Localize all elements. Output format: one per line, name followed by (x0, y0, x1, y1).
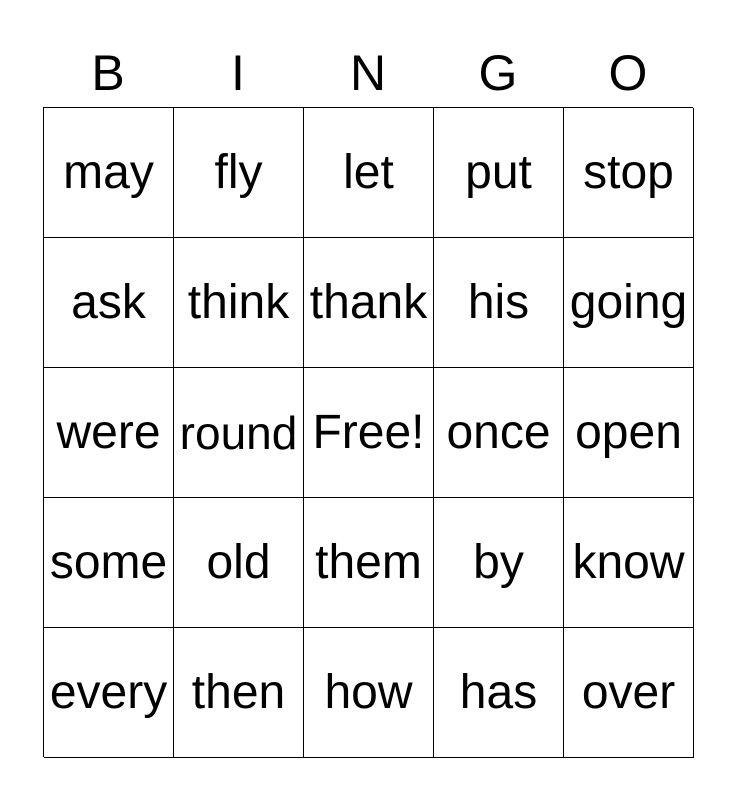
bingo-cell[interactable]: old (174, 498, 304, 628)
bingo-cell[interactable]: fly (174, 108, 304, 238)
bingo-cell[interactable]: once (434, 368, 564, 498)
bingo-cell[interactable]: has (434, 628, 564, 758)
bingo-cell[interactable]: his (434, 238, 564, 368)
header-letter: N (349, 45, 387, 101)
bingo-cell[interactable]: think (174, 238, 304, 368)
bingo-cell[interactable]: over (564, 628, 694, 758)
cell-word: has (459, 666, 538, 719)
bingo-cell[interactable]: going (564, 238, 694, 368)
bingo-cell[interactable]: stop (564, 108, 694, 238)
cell-word: stop (583, 146, 674, 199)
bingo-cell[interactable]: were (44, 368, 174, 498)
bingo-cell[interactable]: let (304, 108, 434, 238)
cell-word: thank (309, 276, 428, 329)
bingo-cell[interactable]: round (174, 368, 304, 498)
bingo-cell[interactable]: open (564, 368, 694, 498)
cell-word: ask (71, 276, 146, 329)
bingo-cell[interactable]: may (44, 108, 174, 238)
bingo-header: BINGO (43, 40, 693, 106)
bingo-cell[interactable]: by (434, 498, 564, 628)
bingo-cell[interactable]: every (44, 628, 174, 758)
bingo-cell[interactable]: some (44, 498, 174, 628)
bingo-cell[interactable]: ask (44, 238, 174, 368)
cell-word: going (569, 276, 688, 329)
bingo-grid: may fly let put stop ask think thank his going wer… (43, 107, 694, 758)
header-letter: O (608, 45, 648, 101)
cell-word: open (575, 406, 682, 459)
cell-word: once (446, 406, 551, 459)
cell-word: know (572, 536, 685, 589)
bingo-cell[interactable]: thank (304, 238, 434, 368)
cell-word: then (191, 666, 286, 719)
cell-word: fly (214, 146, 263, 199)
bingo-cell[interactable]: then (174, 628, 304, 758)
cell-word: may (63, 146, 154, 199)
header-letter: G (478, 45, 518, 101)
bingo-cell[interactable]: how (304, 628, 434, 758)
cell-word: his (467, 276, 530, 329)
header-letter: B (91, 45, 125, 101)
cell-word: let (343, 146, 394, 199)
cell-word: were (56, 406, 161, 459)
cell-word: them (315, 536, 422, 589)
cell-word: think (187, 276, 290, 329)
bingo-cell[interactable]: Free! (304, 368, 434, 498)
cell-word: put (465, 146, 532, 199)
header-letter: I (231, 45, 245, 101)
bingo-cell[interactable]: know (564, 498, 694, 628)
bingo-cell[interactable]: them (304, 498, 434, 628)
cell-word: by (473, 536, 524, 589)
cell-word: some (49, 536, 168, 589)
cell-word: round (179, 406, 298, 459)
cell-word: old (206, 536, 271, 589)
cell-word: how (324, 666, 413, 719)
cell-word: over (581, 666, 676, 719)
bingo-cell[interactable]: put (434, 108, 564, 238)
cell-word: every (49, 666, 168, 719)
cell-word: Free! (312, 406, 425, 459)
